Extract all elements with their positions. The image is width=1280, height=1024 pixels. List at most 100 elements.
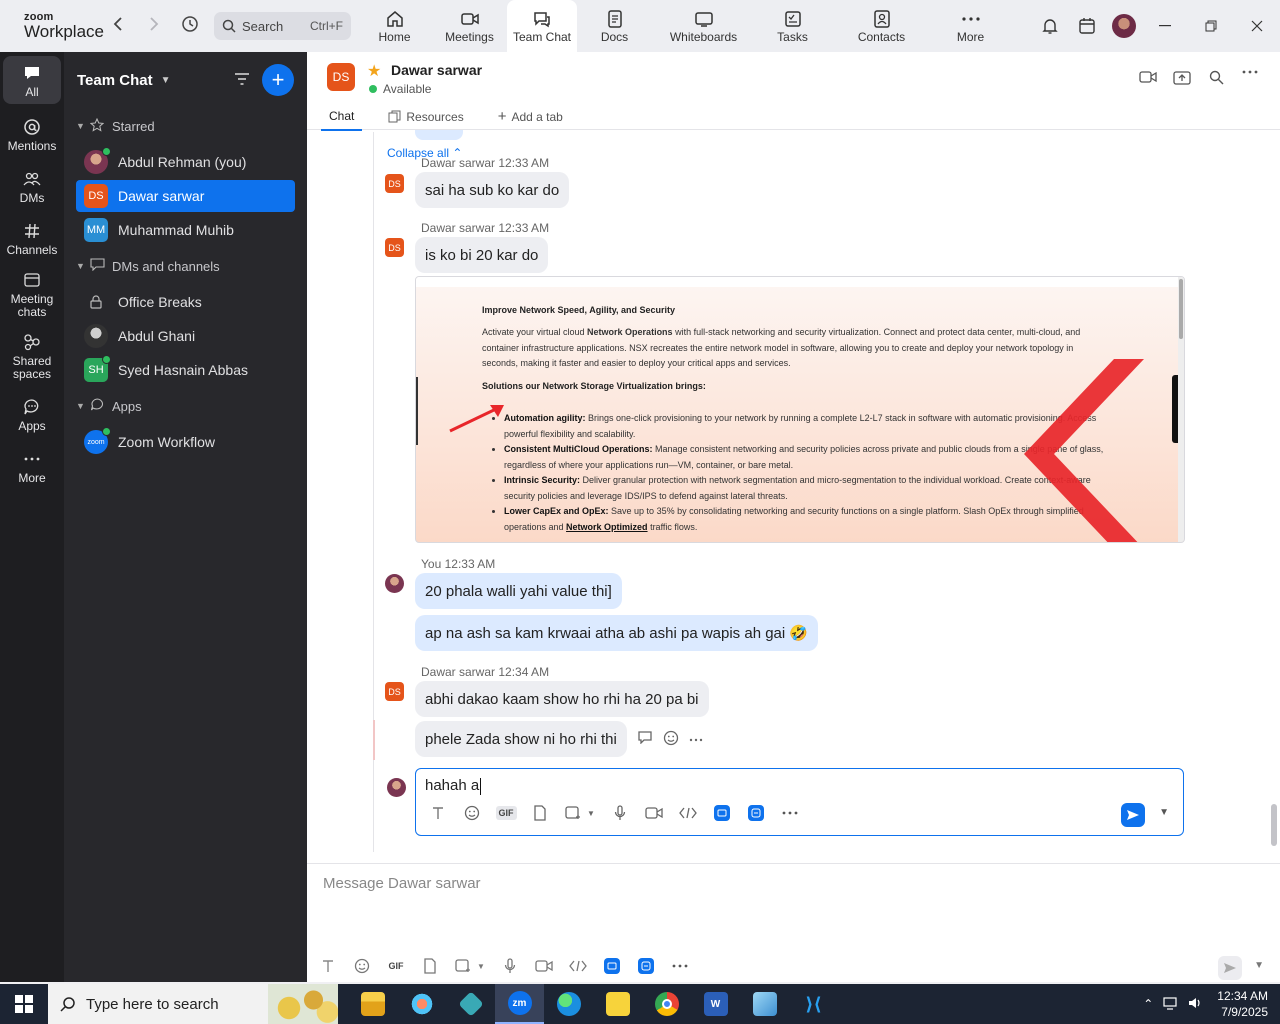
code-snippet-icon[interactable]	[561, 960, 595, 972]
send-options-chevron-icon[interactable]: ▼	[1159, 807, 1169, 818]
sidebar-item-abdul-ghani[interactable]: Abdul Ghani	[76, 320, 295, 352]
windows-start-icon[interactable]	[0, 995, 48, 1013]
message-bubble[interactable]: is ko bi 20 kar do	[415, 237, 549, 273]
gif-button[interactable]: GIF	[489, 806, 523, 820]
send-button-disabled[interactable]	[1218, 956, 1242, 980]
new-chat-button[interactable]: +	[262, 64, 294, 96]
rail-channels[interactable]: Channels	[0, 212, 64, 264]
rail-dms[interactable]: DMs	[0, 160, 64, 212]
message-bubble[interactable]: abhi dakao kaam show ho rhi ha 20 pa bi	[415, 681, 709, 717]
format-text-icon[interactable]	[311, 959, 345, 973]
video-call-icon[interactable]	[1138, 70, 1158, 86]
file-explorer-icon[interactable]	[348, 984, 397, 1024]
send-options-chevron-icon[interactable]: ▼	[1254, 960, 1264, 971]
rail-shared-spaces[interactable]: Shared spaces	[0, 324, 64, 388]
vscode-icon[interactable]: ⟩⟨	[789, 984, 838, 1024]
zoom-taskbar-icon[interactable]: zm	[495, 984, 544, 1024]
search-icon[interactable]	[1206, 70, 1226, 86]
tab-team-chat[interactable]: Team Chat	[507, 0, 577, 52]
microphone-icon[interactable]	[603, 805, 637, 821]
avatar[interactable]: DS	[327, 63, 355, 91]
code-snippet-icon[interactable]	[671, 807, 705, 819]
message-input[interactable]: Message Dawar sarwar	[323, 875, 481, 892]
more-options-icon[interactable]	[1240, 70, 1260, 86]
star-filled-icon[interactable]: ★	[367, 61, 381, 81]
tab-more[interactable]: More	[933, 0, 1008, 52]
back-arrow-icon[interactable]	[100, 16, 136, 36]
message-bubble[interactable]: 20 phala walli yahi value thi]	[415, 573, 622, 609]
rail-mentions[interactable]: Mentions	[0, 108, 64, 160]
rail-more[interactable]: More	[0, 440, 64, 492]
sidebar-item-zoom-workflow[interactable]: zoom Zoom Workflow	[76, 426, 295, 458]
thread-reply-box[interactable]: hahah a GIF ▼ ▼	[415, 768, 1184, 836]
more-tools-icon[interactable]	[773, 811, 807, 815]
sidebar-item-syed-hasnain-abbas[interactable]: SH Syed Hasnain Abbas	[76, 354, 295, 386]
rail-apps[interactable]: Apps	[0, 388, 64, 440]
chrome-icon[interactable]	[642, 984, 691, 1024]
search-input[interactable]: Search Ctrl+F	[214, 12, 351, 40]
chevron-up-icon[interactable]: ⌃	[1143, 997, 1153, 1011]
file-icon[interactable]	[413, 958, 447, 974]
rail-all[interactable]: All	[3, 56, 61, 104]
volume-icon[interactable]	[1187, 996, 1203, 1013]
attached-screenshot[interactable]: Improve Network Speed, Agility, and Secu…	[415, 276, 1185, 543]
filter-icon[interactable]	[234, 72, 250, 89]
screenshot-scrollbar[interactable]	[1178, 277, 1184, 542]
format-text-icon[interactable]	[421, 806, 455, 820]
generic-app-icon[interactable]	[446, 984, 495, 1024]
tab-chat[interactable]: Chat	[321, 104, 363, 131]
app-extension-icon-2[interactable]	[629, 958, 663, 974]
history-icon[interactable]	[172, 15, 208, 38]
file-icon[interactable]	[523, 805, 557, 821]
emoji-reaction-icon[interactable]	[663, 730, 679, 749]
chevron-down-icon[interactable]: ▼	[161, 75, 171, 86]
thread-scrollbar[interactable]	[1271, 804, 1277, 846]
calendar-icon[interactable]	[1068, 17, 1105, 35]
snipping-tool-icon[interactable]	[397, 984, 446, 1024]
sidebar-item-office-breaks[interactable]: Office Breaks	[76, 286, 295, 318]
rail-meeting-chats[interactable]: Meeting chats	[0, 264, 64, 324]
minimize-icon[interactable]	[1142, 25, 1188, 27]
gif-button[interactable]: GIF	[379, 959, 413, 973]
forward-arrow-icon[interactable]	[136, 16, 172, 36]
send-button[interactable]	[1121, 803, 1145, 827]
message-bubble[interactable]: sai ha sub ko kar do	[415, 172, 570, 208]
tab-whiteboards[interactable]: Whiteboards	[652, 0, 755, 52]
microphone-icon[interactable]	[493, 958, 527, 974]
sidebar-item-dawar-sarwar[interactable]: DS Dawar sarwar	[76, 180, 295, 212]
tab-meetings[interactable]: Meetings	[432, 0, 507, 52]
tab-tasks[interactable]: Tasks	[755, 0, 830, 52]
app-extension-icon[interactable]	[705, 805, 739, 821]
tab-contacts[interactable]: Contacts	[830, 0, 933, 52]
screenshot-icon[interactable]: ▼	[447, 959, 493, 973]
reply-icon[interactable]	[637, 730, 653, 749]
emoji-icon[interactable]	[345, 958, 379, 974]
app-extension-icon-2[interactable]	[739, 805, 773, 821]
section-apps[interactable]: ▼ Apps	[64, 388, 307, 424]
message-bubble[interactable]: ap na ash sa kam krwaai atha ab ashi pa …	[415, 615, 819, 651]
app-extension-icon[interactable]	[595, 958, 629, 974]
add-tab-button[interactable]: + Add a tab	[490, 104, 571, 131]
sidebar-item-abdul-rehman[interactable]: Abdul Rehman (you)	[76, 146, 295, 178]
sidebar-item-muhammad-muhib[interactable]: MM Muhammad Muhib	[76, 214, 295, 246]
section-dms-and-channels[interactable]: ▼ DMs and channels	[64, 248, 307, 284]
more-options-icon[interactable]	[689, 730, 703, 749]
emoji-icon[interactable]	[455, 805, 489, 821]
sticky-notes-icon[interactable]	[593, 984, 642, 1024]
taskbar-clock[interactable]: 12:34 AM 7/9/2025	[1217, 988, 1268, 1020]
video-message-icon[interactable]	[527, 959, 561, 973]
tab-docs[interactable]: Docs	[577, 0, 652, 52]
channel-name[interactable]: Dawar sarwar	[391, 62, 482, 78]
share-screen-icon[interactable]	[1172, 70, 1192, 86]
section-starred[interactable]: ▼ Starred	[64, 108, 307, 144]
reply-input[interactable]: hahah a	[425, 777, 482, 795]
word-icon[interactable]: W	[691, 984, 740, 1024]
video-message-icon[interactable]	[637, 806, 671, 820]
notepad-icon[interactable]	[740, 984, 789, 1024]
tab-home[interactable]: Home	[357, 0, 432, 52]
restore-icon[interactable]	[1188, 20, 1234, 32]
profile-avatar[interactable]	[1105, 14, 1142, 38]
edge-browser-icon[interactable]	[544, 984, 593, 1024]
message-bubble[interactable]: phele Zada show ni ho rhi thi	[415, 721, 627, 757]
tab-resources[interactable]: Resources	[380, 104, 471, 131]
